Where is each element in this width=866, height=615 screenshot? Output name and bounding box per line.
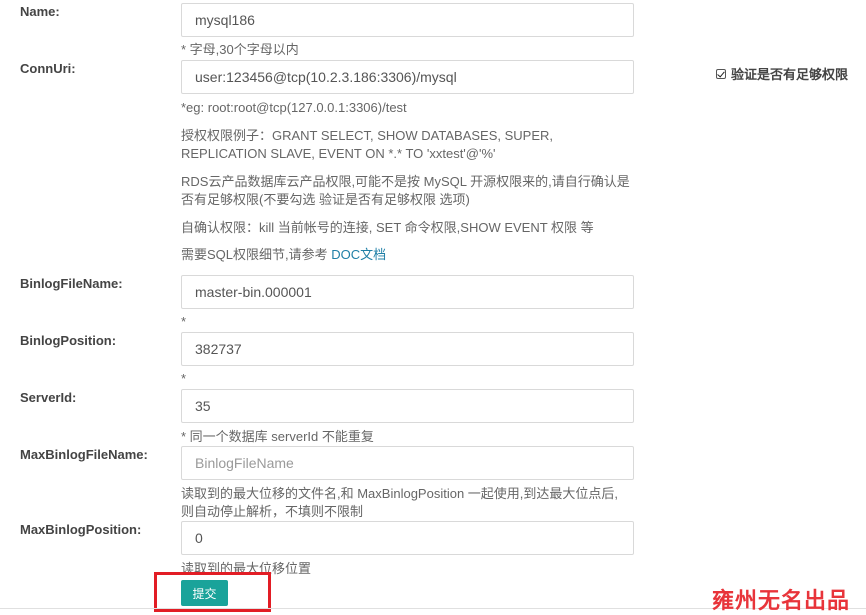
connuri-help-grant-line-1: 授权权限例子：GRANT SELECT, SHOW DATABASES, SUP…: [181, 128, 554, 143]
max-binlog-position-input[interactable]: [181, 521, 634, 555]
checkbox-checked-icon[interactable]: [716, 68, 726, 79]
server-id-help: * 同一个数据库 serverId 不能重复: [181, 429, 374, 444]
max-binlog-file-name-input[interactable]: [181, 446, 634, 480]
max-binlog-file-name-help-line-2: 则自动停止解析，不填则不限制: [181, 504, 364, 519]
connuri-help-grant-line-2: REPLICATION SLAVE, EVENT ON *.* TO 'xxte…: [181, 146, 496, 161]
connuri-help-grant: 授权权限例子：GRANT SELECT, SHOW DATABASES, SUP…: [181, 127, 651, 163]
verify-permission-checkbox[interactable]: 验证是否有足够权限: [716, 64, 848, 83]
submit-highlight-box: [154, 572, 271, 612]
name-help: * 字母,30个字母以内: [181, 42, 299, 57]
connuri-help-doc-prefix: 需要SQL权限细节,请参考: [181, 247, 332, 262]
connuri-help-rds-line-2: 否有足够权限(不要勾选 验证是否有足够权限 选项): [181, 192, 470, 207]
name-input[interactable]: [181, 3, 634, 37]
binlog-position-label: BinlogPosition:: [20, 333, 117, 348]
verify-permission-label: 验证是否有足够权限: [731, 67, 849, 82]
server-id-input[interactable]: [181, 389, 634, 423]
connuri-help-rds: RDS云产品数据库云产品权限,可能不是按 MySQL 开源权限来的,请自行确认是…: [181, 173, 651, 209]
connuri-help-example: *eg: root:root@tcp(127.0.0.1:3306)/test: [181, 100, 407, 115]
name-label: Name:: [20, 4, 60, 19]
binlog-file-name-help: *: [181, 314, 187, 329]
max-binlog-file-name-help-line-1: 读取到的最大位移的文件名,和 MaxBinlogPosition 一起使用,到达…: [181, 486, 619, 501]
connuri-label: ConnUri:: [20, 61, 76, 76]
connuri-help-doc: 需要SQL权限细节,请参考 DOC文档: [181, 246, 651, 264]
max-binlog-position-label: MaxBinlogPosition:: [20, 522, 142, 537]
max-binlog-file-name-help: 读取到的最大位移的文件名,和 MaxBinlogPosition 一起使用,到达…: [181, 485, 651, 521]
server-id-label: ServerId:: [20, 390, 77, 405]
binlog-position-help: *: [181, 371, 187, 386]
max-binlog-file-name-label: MaxBinlogFileName:: [20, 447, 148, 462]
binlog-file-name-label: BinlogFileName:: [20, 276, 123, 291]
connuri-help-rds-line-1: RDS云产品数据库云产品权限,可能不是按 MySQL 开源权限来的,请自行确认是: [181, 174, 630, 189]
doc-link[interactable]: DOC文档: [331, 247, 386, 262]
binlog-position-input[interactable]: [181, 332, 634, 366]
binlog-file-name-input[interactable]: [181, 275, 634, 309]
watermark: 雍州无名出品: [712, 589, 851, 614]
connuri-help-self-confirm: 自确认权限：kill 当前帐号的连接, SET 命令权限,SHOW EVENT …: [181, 220, 594, 235]
connuri-input[interactable]: [181, 60, 634, 94]
